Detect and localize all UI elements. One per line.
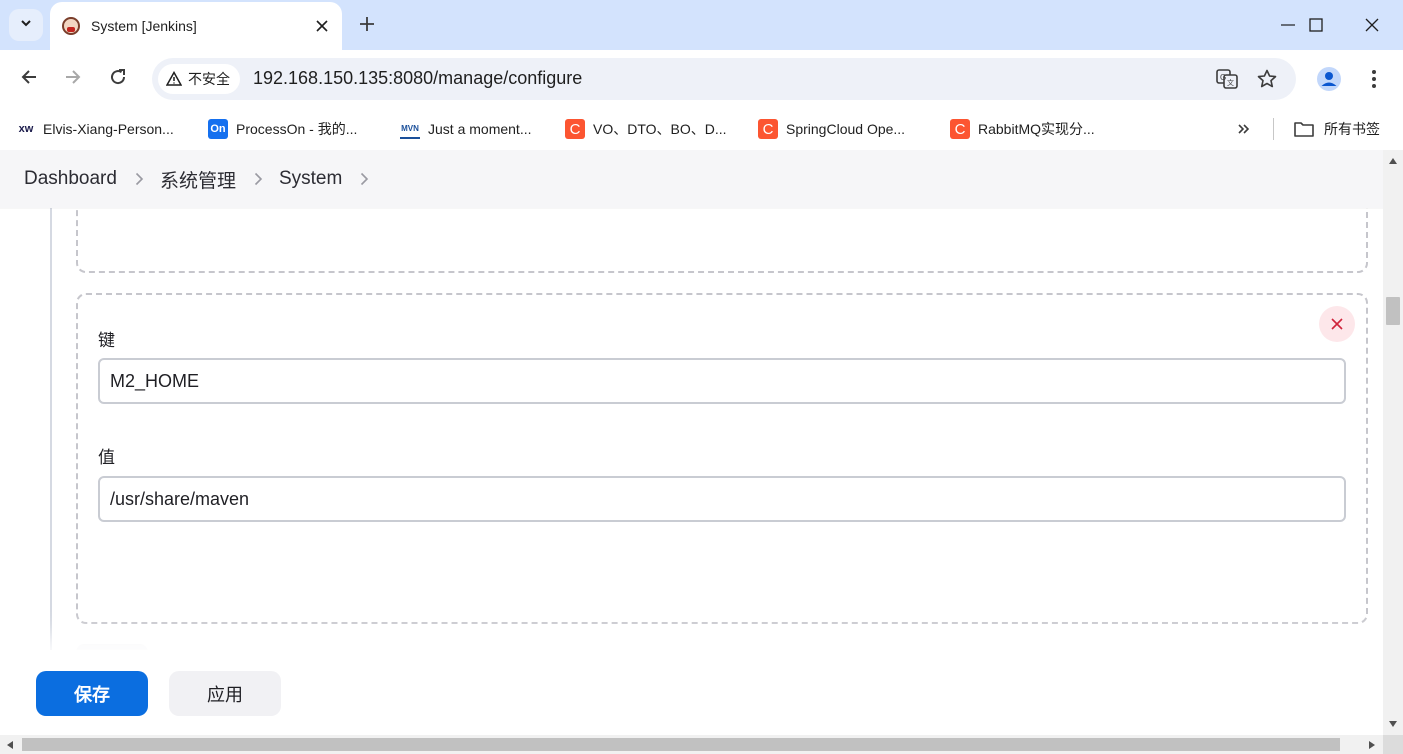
browser-tab[interactable]: System [Jenkins] [50,2,342,50]
folder-icon [1294,122,1314,137]
tab-title: System [Jenkins] [91,18,197,34]
horizontal-scroll-thumb[interactable] [22,738,1340,751]
bookmark-label: ProcessOn - 我的... [236,121,358,137]
security-indicator[interactable]: 不安全 [158,64,240,94]
vertical-scrollbar[interactable] [1383,150,1403,735]
bookmark-item[interactable]: xw Elvis-Xiang-Person... [17,116,174,142]
reload-icon [109,68,127,91]
breadcrumb-manage[interactable]: 系统管理 [160,166,236,193]
address-bar[interactable]: 不安全 192.168.150.135:8080/manage/configur… [152,58,1296,100]
mvn-logo-icon: MVN [400,119,420,139]
warning-icon [166,71,182,86]
profile-avatar-icon [1317,67,1341,91]
bookmark-label: RabbitMQ实现分... [978,121,1095,137]
page-viewport: Dashboard 系统管理 System 键 值 保存 应用 [0,150,1383,735]
forward-button[interactable] [57,63,89,95]
delete-entry-button[interactable] [1319,306,1355,342]
scroll-up-arrow-icon[interactable] [1383,150,1403,172]
key-input[interactable] [98,358,1346,404]
chevron-right-icon [135,172,144,186]
chevron-right-icon[interactable] [360,172,369,186]
csdn-logo-icon: C [950,119,970,139]
close-tab-icon[interactable] [312,16,332,36]
browser-toolbar: 不安全 192.168.150.135:8080/manage/configur… [0,50,1403,108]
translate-icon[interactable]: G文 [1215,67,1239,91]
bookmarks-divider [1273,118,1274,140]
value-input[interactable] [98,476,1346,522]
reload-button[interactable] [102,63,134,95]
processon-logo-icon: On [208,119,228,139]
maximize-button[interactable] [1288,0,1344,50]
url-text[interactable]: 192.168.150.135:8080/manage/configure [253,68,582,89]
bookmark-label: SpringCloud Ope... [786,121,906,137]
env-var-entry [76,293,1368,624]
breadcrumb: Dashboard 系统管理 System [0,150,1383,208]
breadcrumb-dashboard[interactable]: Dashboard [24,168,117,190]
arrow-right-icon [64,68,82,91]
jenkins-favicon-icon [62,17,80,35]
profile-button[interactable] [1313,63,1345,95]
save-button[interactable]: 保存 [36,671,148,716]
bookmark-label: Elvis-Xiang-Person... [43,121,174,137]
bookmark-item[interactable]: C VO、DTO、BO、D... [565,116,727,142]
back-button[interactable] [13,63,45,95]
new-tab-button[interactable] [353,10,381,38]
svg-text:文: 文 [1227,78,1234,87]
key-label: 键 [98,331,115,350]
bookmark-item[interactable]: MVN Just a moment... [400,116,531,142]
apply-button[interactable]: 应用 [169,671,281,716]
csdn-logo-icon: C [565,119,585,139]
section-indent-rule [50,208,52,668]
scroll-left-arrow-icon[interactable] [0,735,20,754]
all-bookmarks-button[interactable]: 所有书签 [1294,116,1380,142]
arrow-left-icon [20,68,38,91]
csdn-logo-icon: C [758,119,778,139]
breadcrumb-system[interactable]: System [279,168,342,190]
bookmark-star-icon[interactable] [1255,67,1279,91]
vertical-scroll-thumb[interactable] [1386,297,1400,325]
horizontal-scrollbar[interactable] [0,735,1403,754]
form-actions-bar: 保存 应用 [0,650,1383,735]
value-label: 值 [98,448,115,467]
close-window-button[interactable] [1344,0,1400,50]
all-bookmarks-label: 所有书签 [1324,121,1380,137]
scroll-down-arrow-icon[interactable] [1383,713,1403,735]
xw-logo-icon: xw [17,119,35,139]
bookmark-item[interactable]: On ProcessOn - 我的... [208,116,357,142]
more-bookmarks-icon[interactable] [1232,117,1256,141]
chevron-down-icon [19,16,33,35]
close-icon [1331,318,1343,330]
bookmark-item[interactable]: C RabbitMQ实现分... [950,116,1095,142]
tab-strip: System [Jenkins] [0,0,1403,50]
more-vert-icon [1372,70,1376,88]
security-label: 不安全 [188,71,230,87]
bookmark-item[interactable]: C SpringCloud Ope... [758,116,905,142]
bookmark-label: VO、DTO、BO、D... [593,121,727,137]
scroll-right-arrow-icon[interactable] [1362,735,1382,754]
chevron-right-icon [254,172,263,186]
scrollbar-corner [1383,735,1403,754]
tab-search-button[interactable] [9,9,43,41]
bookmarks-bar: xw Elvis-Xiang-Person... On ProcessOn - … [0,108,1403,150]
svg-text:G: G [1220,73,1226,82]
bookmark-label: Just a moment... [428,121,532,137]
browser-menu-button[interactable] [1360,63,1388,95]
